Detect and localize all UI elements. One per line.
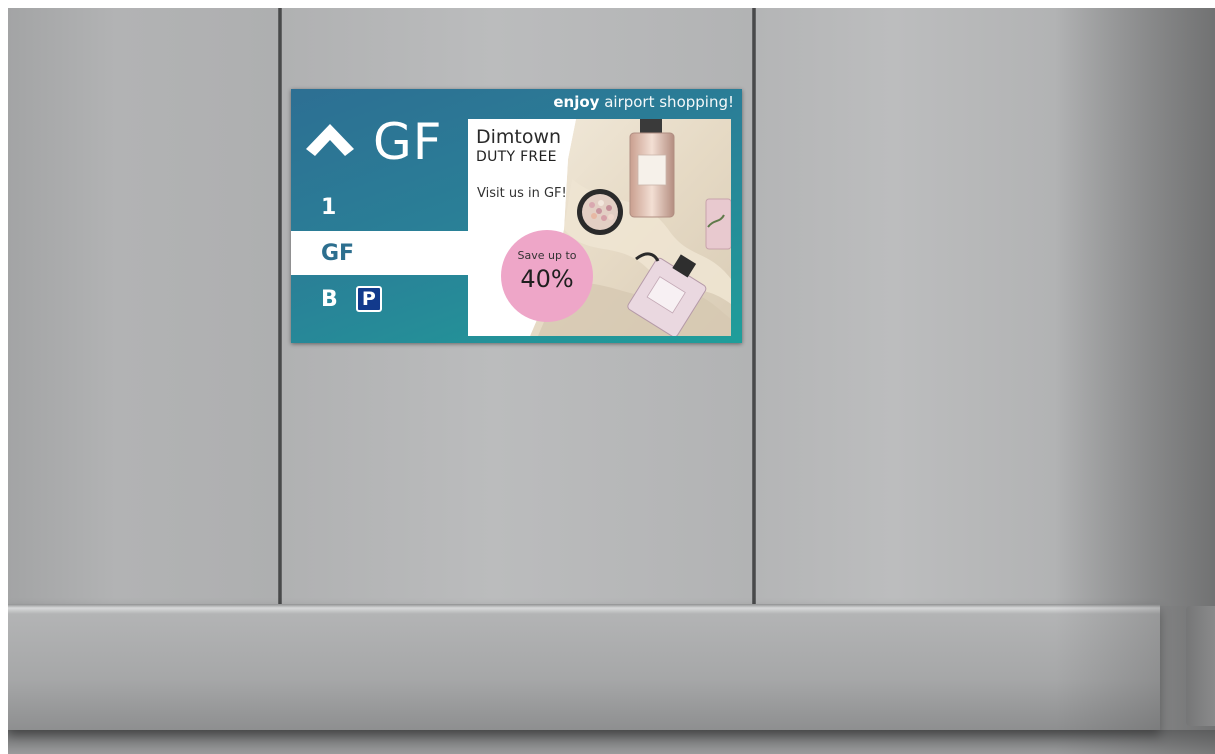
floor-label: 1 xyxy=(321,194,337,220)
floor-label: B xyxy=(321,286,338,312)
brand-name: Dimtown xyxy=(476,126,562,148)
tagline: enjoy airport shopping! xyxy=(553,93,734,111)
elevator-display-screen: enjoy airport shopping! GF 1 GF B P Dimt… xyxy=(291,89,742,343)
floor-list-item: B P xyxy=(291,277,468,321)
chevron-up-icon xyxy=(306,124,354,156)
current-floor-label: GF xyxy=(373,113,443,171)
tagline-rest: airport shopping! xyxy=(599,93,734,111)
advertisement: Dimtown DUTY FREE Visit us in GF! Save u… xyxy=(468,119,731,336)
discount-badge: Save up to 40% xyxy=(501,230,593,322)
lower-wall-strip xyxy=(8,730,1215,754)
parking-icon: P xyxy=(355,286,382,312)
floor-list-item: 1 xyxy=(291,185,468,229)
current-floor-indicator: GF xyxy=(305,111,443,173)
brand-subtitle: DUTY FREE xyxy=(476,149,557,165)
floor-list-item-active: GF xyxy=(291,231,468,275)
handrail xyxy=(8,604,1160,730)
corner-shadow xyxy=(1055,8,1215,754)
elevator-interior: enjoy airport shopping! GF 1 GF B P Dimt… xyxy=(8,8,1215,754)
visit-text: Visit us in GF! xyxy=(477,186,567,201)
badge-value: 40% xyxy=(520,265,574,293)
floor-label: GF xyxy=(321,240,355,266)
badge-prefix: Save up to xyxy=(517,249,577,262)
tagline-bold: enjoy xyxy=(553,93,600,111)
wall-panel-left xyxy=(8,8,278,606)
